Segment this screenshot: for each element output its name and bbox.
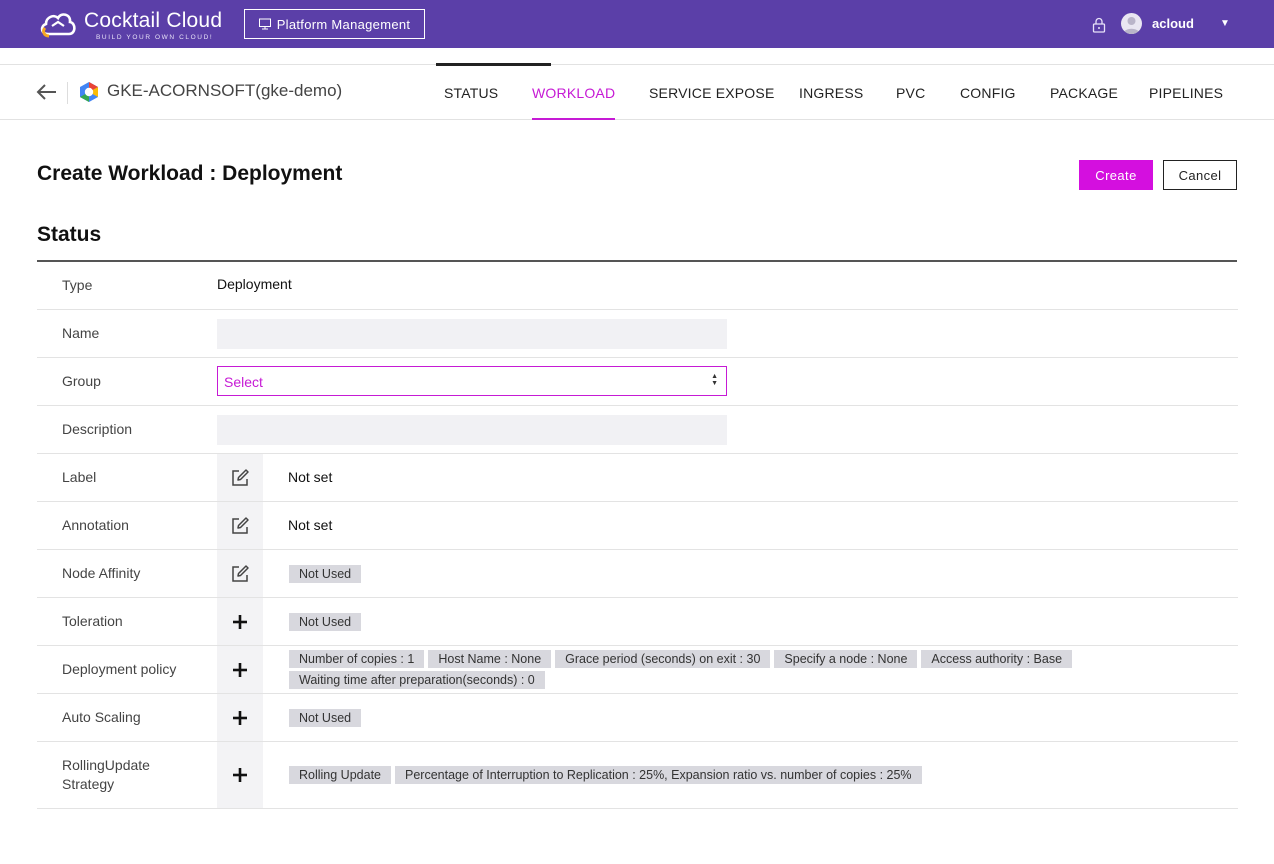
user-menu-caret-icon[interactable]: ▼ bbox=[1220, 18, 1230, 29]
policy-chip: Waiting time after preparation(seconds) … bbox=[289, 671, 545, 689]
cluster-name: GKE-ACORNSOFT(gke-demo) bbox=[107, 81, 343, 100]
policy-chip: Number of copies : 1 bbox=[289, 650, 425, 668]
rolling-update-label: RollingUpdate Strategy bbox=[62, 756, 150, 794]
top-bar: Cocktail Cloud BUILD YOUR OWN CLOUD! Pla… bbox=[0, 0, 1274, 48]
lock-icon[interactable] bbox=[1092, 17, 1106, 33]
policy-chip: Specify a node : None bbox=[774, 650, 918, 668]
status-badge: Not Used bbox=[289, 709, 362, 727]
form-row-rolling-update: RollingUpdate Strategy Rolling Update Pe… bbox=[37, 742, 1238, 809]
type-label: Type bbox=[62, 277, 93, 293]
deployment-policy-add-button[interactable] bbox=[217, 646, 263, 693]
tab-package[interactable]: PACKAGE bbox=[1050, 65, 1118, 120]
toleration-add-button[interactable] bbox=[217, 598, 263, 645]
label-label: Label bbox=[62, 469, 97, 485]
rolling-update-chip: Percentage of Interruption to Replicatio… bbox=[395, 766, 922, 784]
policy-chip: Access authority : Base bbox=[921, 650, 1073, 668]
group-select-value: Select bbox=[224, 374, 263, 390]
plus-icon bbox=[233, 662, 247, 677]
avatar[interactable] bbox=[1121, 13, 1142, 34]
label-value: Not set bbox=[288, 469, 333, 485]
group-label: Group bbox=[62, 373, 101, 389]
back-arrow-icon[interactable] bbox=[36, 83, 58, 101]
platform-management-button[interactable]: Platform Management bbox=[244, 9, 425, 39]
form-row-name: Name bbox=[37, 310, 1238, 358]
tab-service-expose[interactable]: SERVICE EXPOSE bbox=[649, 65, 774, 120]
annotation-label: Annotation bbox=[62, 517, 129, 533]
gke-hexagon-icon bbox=[80, 82, 98, 102]
toleration-chips: Not Used bbox=[289, 613, 1089, 631]
username[interactable]: acloud bbox=[1152, 16, 1194, 31]
auto-scaling-chips: Not Used bbox=[289, 709, 1089, 727]
edit-icon bbox=[232, 468, 249, 486]
cancel-button[interactable]: Cancel bbox=[1163, 160, 1237, 190]
annotation-edit-button[interactable] bbox=[217, 502, 263, 549]
group-select[interactable]: Select ▲ ▼ bbox=[217, 366, 727, 396]
description-input[interactable] bbox=[217, 415, 727, 445]
tab-ingress[interactable]: INGRESS bbox=[799, 65, 863, 120]
rolling-update-chip: Rolling Update bbox=[289, 766, 391, 784]
rolling-update-label-line2: Strategy bbox=[62, 776, 115, 792]
monitor-icon bbox=[258, 18, 271, 30]
form-row-group: Group Select ▲ ▼ bbox=[37, 358, 1238, 406]
auto-scaling-label: Auto Scaling bbox=[62, 709, 141, 725]
form-row-toleration: Toleration Not Used bbox=[37, 598, 1238, 646]
node-affinity-chips: Not Used bbox=[289, 565, 1089, 583]
cocktail-cloud-logo[interactable]: Cocktail Cloud BUILD YOUR OWN CLOUD! bbox=[38, 6, 238, 44]
status-badge: Not Used bbox=[289, 613, 362, 631]
tab-config[interactable]: CONFIG bbox=[960, 65, 1016, 120]
tab-pipelines[interactable]: PIPELINES bbox=[1149, 65, 1223, 120]
name-label: Name bbox=[62, 325, 100, 341]
user-avatar-icon bbox=[1123, 17, 1140, 34]
policy-chip: Grace period (seconds) on exit : 30 bbox=[555, 650, 771, 668]
tab-pvc[interactable]: PVC bbox=[896, 65, 925, 120]
form-row-node-affinity: Node Affinity Not Used bbox=[37, 550, 1238, 598]
edit-icon bbox=[232, 564, 249, 582]
edit-icon bbox=[232, 516, 249, 534]
auto-scaling-add-button[interactable] bbox=[217, 694, 263, 741]
form-row-type: Type Deployment bbox=[37, 262, 1238, 310]
platform-management-label: Platform Management bbox=[276, 16, 411, 32]
page-title: Create Workload : Deployment bbox=[37, 162, 343, 185]
select-arrows-icon: ▲ ▼ bbox=[711, 373, 718, 387]
deployment-policy-label: Deployment policy bbox=[62, 661, 177, 677]
plus-icon bbox=[233, 710, 247, 725]
label-edit-button[interactable] bbox=[217, 454, 263, 501]
deployment-policy-chips: Number of copies : 1 Host Name : None Gr… bbox=[289, 650, 1089, 689]
form-row-label: Label Not set bbox=[37, 454, 1238, 502]
tab-status[interactable]: STATUS bbox=[444, 65, 498, 120]
description-label: Description bbox=[62, 421, 133, 437]
toleration-label: Toleration bbox=[62, 613, 123, 629]
form-row-description: Description bbox=[37, 406, 1238, 454]
status-badge: Not Used bbox=[289, 565, 362, 583]
type-value: Deployment bbox=[217, 276, 292, 292]
tab-workload[interactable]: WORKLOAD bbox=[532, 65, 616, 120]
section-title: Status bbox=[37, 223, 102, 246]
form-row-auto-scaling: Auto Scaling Not Used bbox=[37, 694, 1238, 742]
form-row-annotation: Annotation Not set bbox=[37, 502, 1238, 550]
node-affinity-label: Node Affinity bbox=[62, 565, 141, 581]
plus-icon bbox=[233, 614, 247, 629]
node-affinity-edit-button[interactable] bbox=[217, 550, 263, 597]
plus-icon bbox=[233, 768, 247, 782]
rolling-update-chips: Rolling Update Percentage of Interruptio… bbox=[289, 766, 1189, 784]
annotation-value: Not set bbox=[288, 517, 333, 533]
name-input[interactable] bbox=[217, 319, 727, 349]
rolling-update-label-line1: RollingUpdate bbox=[62, 757, 150, 773]
cloud-logo-icon bbox=[40, 13, 76, 38]
create-button[interactable]: Create bbox=[1079, 160, 1153, 190]
policy-chip: Host Name : None bbox=[428, 650, 552, 668]
cluster-subnav: GKE-ACORNSOFT(gke-demo) STATUS WORKLOAD … bbox=[0, 63, 1274, 120]
logo-tagline: BUILD YOUR OWN CLOUD! bbox=[96, 34, 214, 41]
logo-text: Cocktail Cloud bbox=[84, 9, 223, 32]
divider bbox=[67, 82, 68, 104]
rolling-update-add-button[interactable] bbox=[217, 742, 263, 808]
form-row-deployment-policy: Deployment policy Number of copies : 1 H… bbox=[37, 646, 1238, 694]
